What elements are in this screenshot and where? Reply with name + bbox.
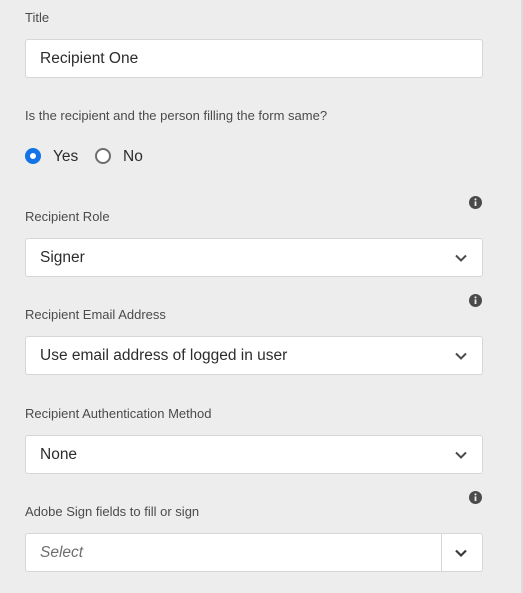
title-label: Title [25,10,50,25]
recipient-role-select[interactable]: Signer [25,238,483,277]
same-person-question: Is the recipient and the person filling … [25,108,328,123]
info-icon[interactable] [469,294,482,307]
sign-fields-select[interactable]: Select [25,533,483,572]
info-icon[interactable] [469,491,482,504]
chevron-down-icon [454,449,468,461]
radio-no-label[interactable]: No [123,147,143,167]
recipient-email-label: Recipient Email Address [25,307,166,322]
title-input[interactable]: Recipient One [25,39,483,78]
radio-no-indicator[interactable] [95,148,111,164]
auth-method-value: None [40,446,78,463]
title-input-value: Recipient One [40,50,139,67]
sign-fields-placeholder: Select [40,544,84,561]
chevron-down-icon [454,350,468,362]
chevron-down-icon [454,252,468,264]
recipient-email-value: Use email address of logged in user [40,347,288,364]
radio-yes-indicator[interactable] [25,148,41,164]
radio-yes-label[interactable]: Yes [53,147,78,167]
info-icon[interactable] [469,196,482,209]
chevron-down-icon[interactable] [454,547,468,559]
dropdown-divider [441,534,442,571]
recipient-role-value: Signer [40,249,85,266]
auth-method-select[interactable]: None [25,435,483,474]
recipient-role-label: Recipient Role [25,209,110,224]
auth-method-label: Recipient Authentication Method [25,406,212,421]
sign-fields-label: Adobe Sign fields to fill or sign [25,504,200,519]
recipient-email-select[interactable]: Use email address of logged in user [25,336,483,375]
